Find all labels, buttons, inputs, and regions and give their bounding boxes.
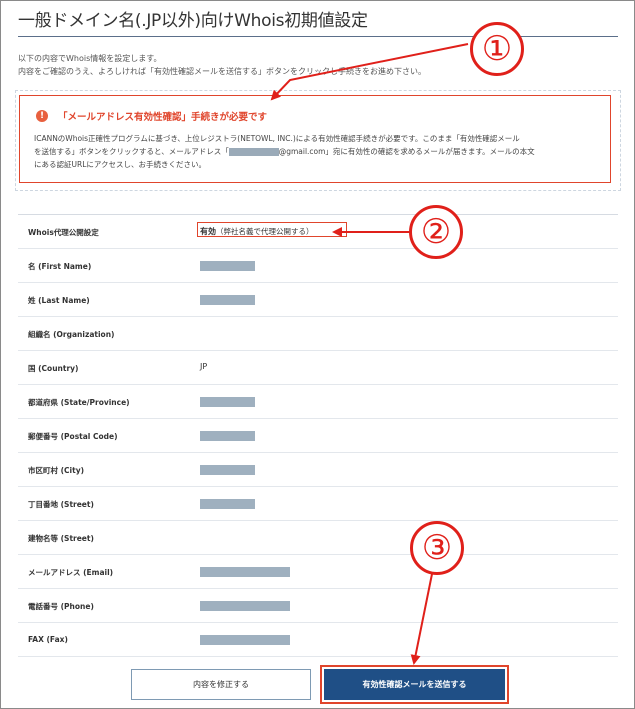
callout-marker-2: ②: [409, 205, 463, 259]
callout-marker-3: ③: [410, 521, 464, 575]
annotation-arrows: [270, 43, 469, 665]
arrow-3: [410, 573, 433, 665]
callout-marker-1: ①: [470, 22, 524, 76]
arrow-1: [270, 43, 469, 101]
